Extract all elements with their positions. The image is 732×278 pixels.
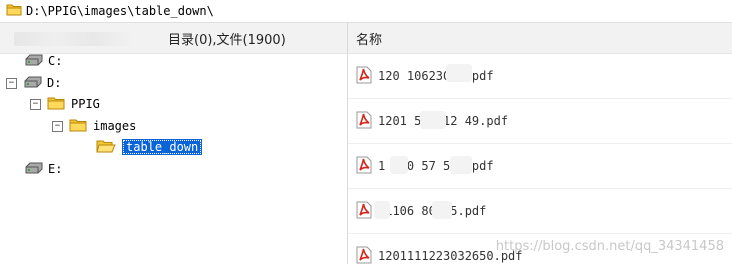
open-folder-icon: [96, 139, 116, 156]
tree-item-c-drive[interactable]: C:: [24, 52, 62, 70]
drive-icon: [23, 76, 43, 91]
redaction-mark: [450, 156, 472, 174]
tree-item-label: C:: [48, 54, 63, 68]
tree-item-label: D:: [47, 76, 62, 90]
folder-icon: [6, 3, 22, 19]
pdf-icon: [356, 111, 372, 132]
tree-item-table-down[interactable]: table_down: [96, 138, 203, 156]
redaction-mark: [390, 156, 408, 174]
tree-item-label: images: [93, 119, 137, 133]
path-text: D:\PPIG\images\table_down\: [26, 4, 214, 18]
folder-icon: [69, 118, 87, 135]
column-headers: 目录(0),文件(1900) 名称: [0, 22, 732, 54]
file-row[interactable]: 1 110 57 500.pdf: [348, 144, 732, 189]
pdf-icon: [356, 66, 372, 87]
file-row[interactable]: 1201 523012 49.pdf: [348, 99, 732, 144]
redaction-mark: [432, 201, 452, 219]
tree-item-label: PPIG: [71, 97, 100, 111]
tree-item-e-drive[interactable]: E:: [24, 160, 62, 178]
redaction-mark: [420, 111, 446, 129]
redacted-header: [14, 32, 134, 46]
redaction-mark: [446, 64, 472, 82]
redaction-mark: [374, 201, 390, 219]
tree-item-images[interactable]: − images: [52, 117, 136, 135]
tree-item-label: table_down: [122, 139, 203, 155]
file-row[interactable]: 120 106230 2.pdf: [348, 54, 732, 99]
folder-icon: [47, 96, 65, 113]
watermark-text: https://blog.csdn.net/qq_34341458: [495, 239, 724, 254]
drive-icon: [24, 54, 44, 69]
tree-item-label: E:: [48, 162, 63, 176]
collapse-toggle-icon[interactable]: −: [52, 120, 63, 132]
folder-tree: C: − D: − PPIG − images table_down E:: [0, 52, 347, 264]
collapse-toggle-icon[interactable]: −: [30, 98, 41, 110]
name-column-header[interactable]: 名称: [356, 29, 382, 48]
collapse-toggle-icon[interactable]: −: [6, 77, 17, 89]
drive-icon: [24, 162, 44, 177]
tree-item-d-drive[interactable]: − D:: [6, 74, 61, 92]
tree-item-ppig[interactable]: − PPIG: [30, 95, 100, 113]
file-list: 120 106230 2.pdf 1201 523012 49.pdf 1 11…: [348, 52, 732, 264]
tree-summary-header[interactable]: 目录(0),文件(1900): [168, 29, 286, 48]
file-name: 120 106230 2.pdf: [378, 69, 494, 83]
pdf-icon: [356, 156, 372, 177]
pdf-icon: [356, 246, 372, 267]
address-bar[interactable]: D:\PPIG\images\table_down\: [0, 0, 732, 22]
pdf-icon: [356, 201, 372, 222]
file-row[interactable]: 01106 80355.pdf: [348, 189, 732, 234]
